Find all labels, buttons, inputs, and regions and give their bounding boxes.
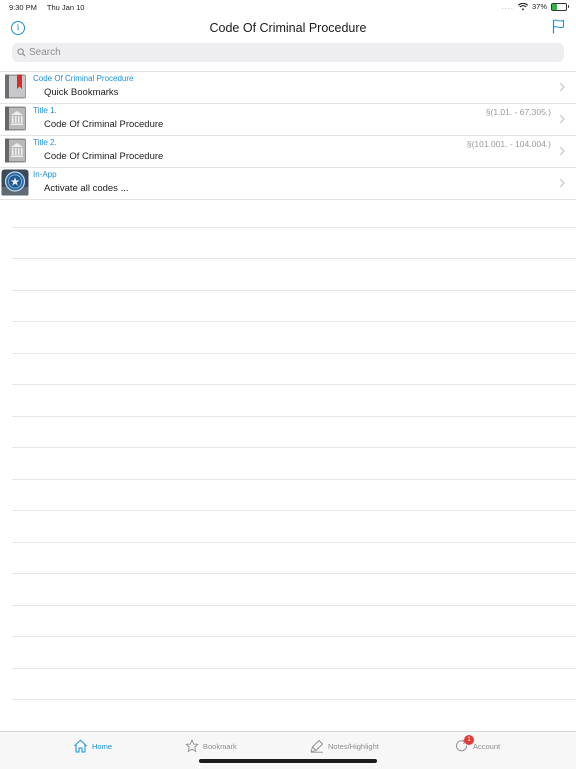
tab-account[interactable]: 1 Account <box>454 735 501 753</box>
row-subtitle: Quick Bookmarks <box>44 87 119 98</box>
empty-row <box>12 511 576 543</box>
tab-bar: Home Bookmark Notes/Highlight 1 Account <box>0 731 576 769</box>
tab-label: Bookmark <box>203 741 237 751</box>
tab-bookmark[interactable]: Bookmark <box>185 739 237 753</box>
empty-row <box>12 574 576 606</box>
chevron-right-icon <box>559 178 565 188</box>
status-date: Thu Jan 10 <box>46 3 85 12</box>
signal-dots: .... <box>501 2 514 11</box>
row-subtitle: Code Of Criminal Procedure <box>44 119 164 130</box>
home-icon <box>74 739 87 753</box>
tab-label: Home <box>92 741 113 751</box>
status-bar: 9:30 PM Thu Jan 10 .... 37% <box>0 0 576 14</box>
empty-row <box>12 196 576 228</box>
star-icon <box>185 739 199 752</box>
empty-row <box>12 448 576 480</box>
battery-percent: 37% <box>531 2 547 11</box>
wifi-icon <box>517 2 528 10</box>
bookmark-book-icon <box>5 74 26 99</box>
status-left: 9:30 PM Thu Jan 10 <box>9 3 92 12</box>
empty-row <box>12 228 576 259</box>
empty-row <box>12 291 576 322</box>
search-input[interactable] <box>29 47 549 58</box>
nav-bar: i Code Of Criminal Procedure <box>0 14 576 42</box>
empty-row <box>12 417 576 448</box>
tab-notes-highlight[interactable]: Notes/Highlight <box>310 739 379 753</box>
chevron-right-icon <box>559 82 565 92</box>
row-title: Code Of Criminal Procedure <box>33 74 134 83</box>
in-app-seal-icon <box>1 169 29 196</box>
list-item-title-2[interactable]: Title 2. Code Of Criminal Procedure §(10… <box>0 136 576 168</box>
search-icon <box>17 48 26 57</box>
empty-row <box>12 700 576 732</box>
empty-row <box>12 385 576 417</box>
notification-badge: 1 <box>464 735 474 745</box>
empty-row <box>12 543 576 574</box>
account-icon-wrap: 1 <box>454 735 474 753</box>
courthouse-book-icon <box>5 138 26 163</box>
row-subtitle: Code Of Criminal Procedure <box>44 151 164 162</box>
page-title: Code Of Criminal Procedure <box>209 21 367 35</box>
battery-fill <box>552 3 558 10</box>
row-range: §(1.01. - 67.305.) <box>485 107 551 117</box>
empty-row <box>12 480 576 511</box>
row-range: §(101.001. - 104.004.) <box>466 139 551 149</box>
row-subtitle: Activate all codes ... <box>44 183 129 194</box>
battery-icon <box>551 2 569 11</box>
row-title: In-App <box>33 170 57 179</box>
courthouse-book-icon <box>5 106 26 131</box>
empty-row <box>12 322 576 354</box>
tab-label: Account <box>473 741 501 751</box>
home-indicator <box>199 759 377 763</box>
chevron-right-icon <box>559 114 565 124</box>
tab-label: Notes/Highlight <box>328 741 379 751</box>
status-time: 9:30 PM <box>9 3 37 12</box>
empty-table-rows <box>12 196 576 732</box>
empty-row <box>12 669 576 700</box>
flag-icon[interactable] <box>552 19 565 34</box>
chevron-right-icon <box>559 146 565 156</box>
empty-row <box>12 606 576 637</box>
list-item-quick-bookmarks[interactable]: Code Of Criminal Procedure Quick Bookmar… <box>0 72 576 104</box>
empty-row <box>12 259 576 291</box>
empty-row <box>12 637 576 669</box>
tab-home[interactable]: Home <box>73 739 112 753</box>
status-right: .... 37% <box>501 2 569 11</box>
empty-row <box>12 354 576 385</box>
list-item-title-1[interactable]: Title 1. Code Of Criminal Procedure §(1.… <box>0 104 576 136</box>
row-title: Title 2. <box>33 138 57 147</box>
code-list: Code Of Criminal Procedure Quick Bookmar… <box>0 71 576 200</box>
highlighter-icon <box>310 740 323 753</box>
search-bar[interactable] <box>12 43 564 62</box>
row-title: Title 1. <box>33 106 57 115</box>
